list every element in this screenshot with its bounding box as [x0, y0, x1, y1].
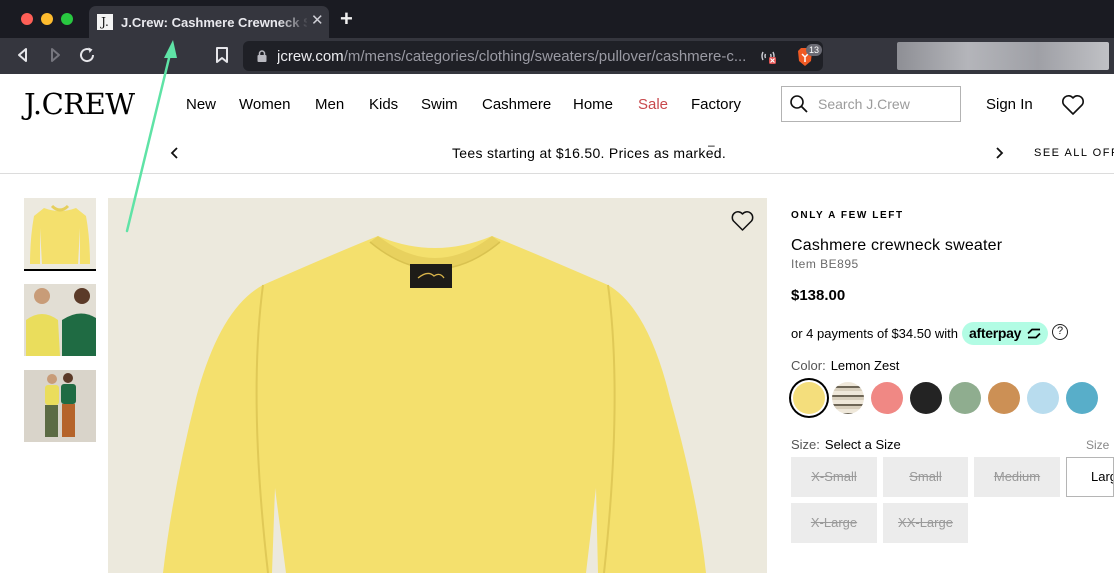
thumbnail-models-full[interactable] [24, 370, 96, 442]
color-swatch-black[interactable] [910, 382, 942, 414]
size-selector-label: Size: Select a Size [791, 437, 901, 452]
afterpay-arrows-icon [1027, 328, 1041, 339]
window-zoom-button[interactable] [61, 13, 73, 25]
size-label: Size: [791, 437, 820, 452]
site-header: J.CREW New Women Men Kids Swim Cashmere … [0, 74, 1114, 134]
afterpay-logo[interactable]: afterpay [962, 322, 1048, 345]
afterpay-help-icon[interactable]: ? [1052, 324, 1068, 340]
nav-women[interactable]: Women [239, 96, 290, 113]
reload-icon[interactable] [75, 43, 99, 67]
color-label: Color: [791, 358, 826, 373]
afterpay-text: or 4 payments of $34.50 with [791, 326, 958, 341]
back-arrow-icon[interactable] [11, 43, 35, 67]
product-item-number: Item BE895 [791, 257, 859, 271]
product-price: $138.00 [791, 287, 846, 304]
nav-kids[interactable]: Kids [369, 96, 398, 113]
nav-men[interactable]: Men [315, 96, 344, 113]
size-guide-link[interactable]: Size [1086, 438, 1109, 452]
afterpay-wordmark: afterpay [969, 325, 1022, 341]
nav-cashmere[interactable]: Cashmere [482, 96, 551, 113]
nav-home[interactable]: Home [573, 96, 613, 113]
browser-tab-bar: J. J.Crew: Cashmere Crewneck Sweater ✕ + [0, 0, 1114, 38]
sign-in-link[interactable]: Sign In [986, 96, 1033, 113]
window-close-button[interactable] [21, 13, 33, 25]
size-button-x-large[interactable]: X-Large [791, 503, 877, 543]
forward-arrow-icon[interactable] [43, 43, 67, 67]
jcrew-favicon-icon: J. [97, 14, 113, 30]
models-full-image [24, 370, 96, 442]
see-all-offers-link[interactable]: SEE ALL OFFERS [1034, 147, 1114, 159]
close-tab-icon[interactable]: ✕ [311, 13, 324, 29]
color-swatch-sage[interactable] [949, 382, 981, 414]
url-text: jcrew.com/m/mens/categories/clothing/swe… [277, 48, 747, 65]
color-swatch-coral[interactable] [871, 382, 903, 414]
color-swatch-lemon-zest[interactable] [793, 382, 825, 414]
address-bar[interactable]: jcrew.com/m/mens/categories/clothing/swe… [243, 41, 823, 71]
nav-factory[interactable]: Factory [691, 96, 741, 113]
jcrew-logo[interactable]: J.CREW [24, 87, 135, 121]
blocked-media-icon[interactable] [759, 47, 777, 65]
size-button-xx-large[interactable]: XX-Large [883, 503, 968, 543]
chevron-right-icon[interactable] [992, 145, 1006, 161]
chevron-left-icon[interactable] [168, 145, 182, 161]
brave-shield-count-badge: 13 [806, 44, 822, 56]
nav-sale[interactable]: Sale [638, 96, 668, 113]
promo-banner: Tees starting at $16.50. Prices as marke… [0, 134, 1114, 174]
wishlist-heart-icon[interactable] [1060, 93, 1086, 117]
color-value: Lemon Zest [830, 358, 900, 373]
save-to-wishlist-heart-icon[interactable] [730, 210, 755, 232]
main-product-image[interactable] [108, 198, 767, 573]
browser-tab-active[interactable]: J. J.Crew: Cashmere Crewneck Sweater ✕ [89, 6, 329, 38]
color-selector-label: Color: Lemon Zest [791, 358, 899, 373]
size-value: Select a Size [824, 437, 901, 452]
size-button-medium[interactable]: Medium [974, 457, 1060, 497]
thumbnail-sweater-flat[interactable] [24, 198, 96, 270]
stock-badge: ONLY A FEW LEFT [791, 210, 904, 221]
size-button-large[interactable]: Large [1066, 457, 1114, 497]
lock-icon [257, 50, 267, 62]
search-input[interactable]: Search J.Crew [781, 86, 961, 122]
promo-text: Tees starting at $16.50. Prices as marke… [452, 145, 727, 161]
product-title: Cashmere crewneck sweater [791, 237, 1003, 254]
color-swatch-ivory-stripe[interactable] [832, 382, 864, 414]
promo-details-toggle[interactable]: – [708, 138, 715, 152]
sweater-thumbnail-image [30, 204, 90, 264]
color-swatch-camel[interactable] [988, 382, 1020, 414]
new-tab-button[interactable]: + [340, 8, 353, 30]
screen: { "browser": { "tab": { "favicon_letter"… [0, 0, 1114, 573]
thumbnail-models-closeup[interactable] [24, 284, 96, 356]
size-button-x-small[interactable]: X-Small [791, 457, 877, 497]
blurred-extension-area [897, 42, 1109, 70]
tab-title-fade [279, 12, 309, 32]
color-swatch-light-blue[interactable] [1027, 382, 1059, 414]
sweater-image [163, 236, 706, 573]
search-placeholder: Search J.Crew [818, 96, 910, 112]
search-icon [790, 95, 808, 113]
browser-toolbar: jcrew.com/m/mens/categories/clothing/swe… [0, 38, 1114, 74]
models-closeup-image [24, 284, 96, 356]
nav-swim[interactable]: Swim [421, 96, 458, 113]
nav-new[interactable]: New [186, 96, 216, 113]
bookmark-icon[interactable] [210, 43, 234, 67]
thumbnail-selected-indicator [24, 269, 96, 271]
window-minimize-button[interactable] [41, 13, 53, 25]
color-swatch-aqua[interactable] [1066, 382, 1098, 414]
size-button-small[interactable]: Small [883, 457, 968, 497]
